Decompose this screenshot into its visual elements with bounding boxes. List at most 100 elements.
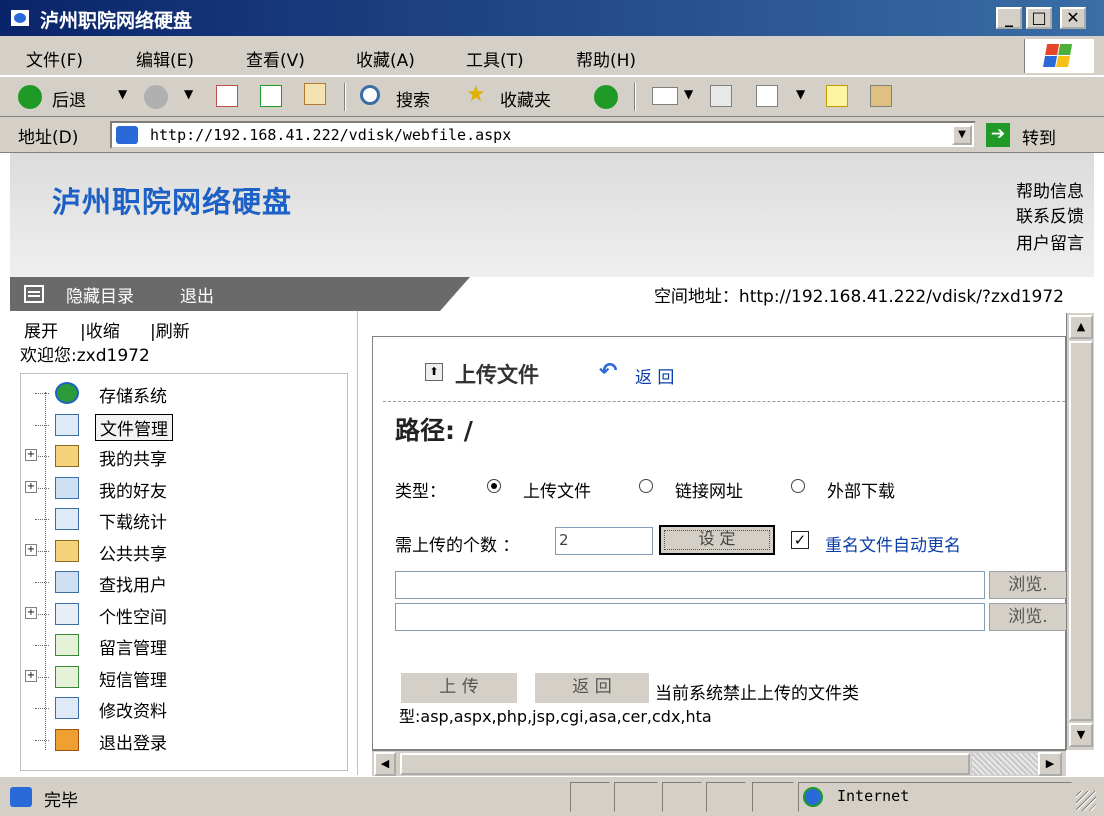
upload-button[interactable]: 上 传: [401, 673, 517, 703]
scroll-right-button[interactable]: ▶: [1038, 752, 1062, 776]
tree-item[interactable]: 留言管理: [21, 630, 341, 660]
mail-icon[interactable]: [652, 87, 678, 105]
browse-button-2[interactable]: 浏览.: [989, 603, 1067, 631]
close-button[interactable]: ✕: [1060, 7, 1086, 29]
mail-dropdown-icon[interactable]: ▼: [684, 87, 693, 101]
hide-directory-link[interactable]: 隐藏目录: [66, 282, 134, 307]
collapse-link[interactable]: |收缩: [80, 317, 120, 342]
refresh-link[interactable]: |刷新: [150, 317, 190, 342]
help-info-link[interactable]: 帮助信息: [1016, 177, 1084, 202]
upload-count-input[interactable]: 2: [555, 527, 653, 555]
tree-expand-icon[interactable]: +: [25, 543, 37, 556]
contact-feedback-link[interactable]: 联系反馈: [1016, 202, 1084, 227]
menu-tools[interactable]: 工具(T): [466, 46, 524, 71]
scroll-left-button[interactable]: ◀: [374, 752, 396, 776]
type-radio-upload[interactable]: [487, 479, 501, 493]
upload-icon[interactable]: ⬆: [425, 363, 443, 381]
favorites-star-icon[interactable]: ★: [466, 82, 486, 107]
tree-expand-icon[interactable]: +: [25, 480, 37, 493]
file-input-1[interactable]: [395, 571, 985, 599]
set-count-button[interactable]: 设 定: [659, 525, 775, 555]
back-arrow-icon[interactable]: [18, 85, 42, 109]
vertical-scrollbar[interactable]: ▲ ▼: [1066, 313, 1094, 750]
stop-icon[interactable]: [216, 85, 238, 107]
upload-count-value[interactable]: 2: [559, 531, 569, 549]
tree-item-label[interactable]: 留言管理: [95, 634, 171, 659]
tree-item-label[interactable]: 短信管理: [95, 666, 171, 691]
forward-dropdown-icon[interactable]: ▼: [184, 87, 193, 101]
tree-item-label[interactable]: 我的共享: [95, 445, 171, 470]
back-dropdown-icon[interactable]: ▼: [118, 87, 127, 101]
type-radio-external[interactable]: [791, 479, 805, 493]
minimize-button[interactable]: _: [996, 7, 1022, 29]
tree-item-label[interactable]: 公共共享: [95, 540, 171, 565]
research-icon[interactable]: [870, 85, 892, 107]
tree-item-label[interactable]: 我的好友: [95, 477, 171, 502]
horizontal-scroll-thumb[interactable]: [400, 753, 970, 775]
tree-item[interactable]: + 个性空间: [21, 599, 341, 629]
directory-toggle-icon[interactable]: [24, 285, 44, 303]
address-url[interactable]: http://192.168.41.222/vdisk/webfile.aspx: [150, 126, 511, 144]
tree-item[interactable]: + 短信管理: [21, 662, 341, 692]
tree-item[interactable]: 文件管理: [21, 410, 341, 441]
forward-arrow-icon[interactable]: [144, 85, 168, 109]
print-icon[interactable]: [710, 85, 732, 107]
back-button[interactable]: 后退: [52, 86, 86, 111]
address-dropdown-icon[interactable]: ▼: [952, 125, 972, 145]
tree-item-label[interactable]: 修改资料: [95, 697, 171, 722]
menu-view[interactable]: 查看(V): [246, 46, 305, 71]
type-radio-link[interactable]: [639, 479, 653, 493]
horizontal-scrollbar[interactable]: ◀ ▶: [372, 750, 1066, 776]
tree-item[interactable]: 退出登录: [21, 725, 341, 755]
tree-item[interactable]: + 我的共享: [21, 441, 341, 471]
rename-auto-label[interactable]: 重名文件自动更名: [825, 531, 961, 556]
type-external-label[interactable]: 外部下载: [827, 477, 895, 502]
type-link-label[interactable]: 链接网址: [675, 477, 743, 502]
return-arrow-icon[interactable]: ↶: [599, 359, 617, 384]
upload-file-tab[interactable]: 上传文件: [455, 359, 539, 389]
tree-item-label[interactable]: 退出登录: [95, 729, 171, 754]
scroll-down-button[interactable]: ▼: [1069, 723, 1093, 747]
scroll-up-button[interactable]: ▲: [1069, 315, 1093, 339]
user-message-link[interactable]: 用户留言: [1016, 229, 1084, 254]
tree-expand-icon[interactable]: +: [25, 449, 37, 461]
discuss-icon[interactable]: [826, 85, 848, 107]
maximize-button[interactable]: □: [1026, 7, 1052, 29]
tree-item-label[interactable]: 查找用户: [95, 571, 171, 596]
go-arrow-icon[interactable]: ➔: [986, 123, 1010, 147]
menu-edit[interactable]: 编辑(E): [136, 46, 194, 71]
tree-item[interactable]: 存储系统: [21, 378, 341, 408]
tree-item-label[interactable]: 文件管理: [95, 413, 173, 441]
tree-item[interactable]: 查找用户: [21, 567, 341, 597]
menu-favorites[interactable]: 收藏(A): [356, 46, 415, 71]
search-icon[interactable]: [360, 85, 380, 105]
type-upload-label[interactable]: 上传文件: [523, 477, 591, 502]
go-label[interactable]: 转到: [1022, 124, 1056, 149]
resize-grip-icon[interactable]: [1076, 791, 1096, 811]
logout-link[interactable]: 退出: [180, 282, 214, 307]
tree-expand-icon[interactable]: +: [25, 669, 37, 682]
menu-file[interactable]: 文件(F): [26, 46, 83, 71]
browse-button-1[interactable]: 浏览.: [989, 571, 1067, 599]
menu-help[interactable]: 帮助(H): [576, 46, 636, 71]
tree-item[interactable]: 下载统计: [21, 504, 341, 534]
favorites-button[interactable]: 收藏夹: [500, 86, 551, 111]
tree-item-label[interactable]: 存储系统: [95, 382, 171, 407]
address-input[interactable]: http://192.168.41.222/vdisk/webfile.aspx…: [110, 121, 976, 149]
refresh-icon[interactable]: [260, 85, 282, 107]
edit-page-icon[interactable]: [756, 85, 778, 107]
vertical-scroll-thumb[interactable]: [1069, 341, 1093, 721]
tree-item[interactable]: 修改资料: [21, 693, 341, 723]
history-icon[interactable]: [594, 85, 618, 109]
go-button[interactable]: ➔ 转到: [986, 121, 1090, 149]
edit-dropdown-icon[interactable]: ▼: [796, 87, 805, 101]
expand-link[interactable]: 展开: [24, 317, 58, 342]
home-icon[interactable]: [304, 83, 326, 105]
search-button[interactable]: 搜索: [396, 86, 430, 111]
tree-item-label[interactable]: 个性空间: [95, 603, 171, 628]
return-link[interactable]: 返 回: [635, 363, 674, 388]
back-button[interactable]: 返 回: [535, 673, 649, 703]
tree-item[interactable]: + 公共共享: [21, 536, 341, 566]
tree-expand-icon[interactable]: +: [25, 606, 37, 619]
tree-item-label[interactable]: 下载统计: [95, 508, 171, 533]
